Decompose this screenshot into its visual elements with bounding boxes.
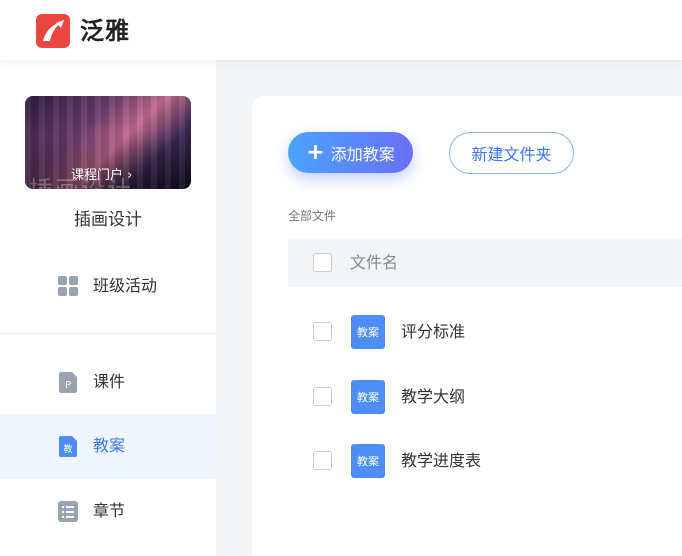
new-folder-button[interactable]: 新建文件夹 [449,132,574,174]
lesson-plan-file-icon: 教案 [351,315,385,349]
main-panel: + 添加教案 新建文件夹 全部文件 文件名 教案 评分标准 教案 教学大纲 教案… [252,96,682,556]
sidebar-item-class-activity[interactable]: 班级活动 [0,254,216,319]
table-row[interactable]: 教案 教学大纲 [288,364,682,429]
file-name[interactable]: 教学进度表 [401,449,481,473]
table-header: 文件名 [288,239,682,287]
row-checkbox[interactable] [313,387,332,406]
row-checkbox[interactable] [313,451,332,470]
sidebar-item-label: 班级活动 [93,276,158,295]
plus-icon: + [306,139,325,165]
sidebar-item-chapters[interactable]: 章节 [0,479,216,544]
select-all-checkbox[interactable] [313,253,332,272]
lesson-plan-glyph: 教 [63,443,72,455]
sidebar-item-label: 章节 [93,501,126,520]
chevron-right-icon: › [127,168,133,183]
file-name[interactable]: 评分标准 [401,320,465,344]
brand-name: 泛雅 [80,17,130,45]
file-name[interactable]: 教学大纲 [401,385,465,409]
lesson-plan-file-icon: 教案 [351,380,385,414]
sidebar-item-label: 教案 [93,436,126,455]
sidebar: 插画设计 课程门户 › 插画设计 班级活动 P 课件 [0,60,216,556]
sidebar-item-label: 课件 [93,372,126,391]
add-lesson-plan-label: 添加教案 [330,144,395,164]
grid-icon [58,276,78,297]
table-row[interactable]: 教案 教学进度表 [288,428,682,493]
course-name: 插画设计 [74,210,142,230]
table-row[interactable]: 教案 评分标准 [288,299,682,364]
row-checkbox[interactable] [313,322,332,341]
top-header: 泛雅 [0,0,682,60]
sidebar-divider [0,333,216,334]
sidebar-item-courseware[interactable]: P 课件 [0,350,216,415]
lesson-plan-file-icon: 教案 [351,444,385,478]
lesson-plan-file-icon: 教 [58,436,78,457]
sidebar-item-lesson-plan[interactable]: 教 教案 [0,414,216,479]
breadcrumb[interactable]: 全部文件 [288,207,336,224]
ppt-file-icon: P [58,372,78,393]
ppt-glyph: P [65,380,71,391]
list-icon [58,501,78,522]
course-cover[interactable]: 插画设计 课程门户 › [25,96,191,189]
app-logo-icon[interactable] [36,14,70,48]
add-lesson-plan-button[interactable]: + 添加教案 [288,132,413,173]
course-portal-link[interactable]: 课程门户 › [71,164,132,183]
course-portal-label: 课程门户 [71,168,124,183]
column-header-file-name[interactable]: 文件名 [350,251,398,275]
